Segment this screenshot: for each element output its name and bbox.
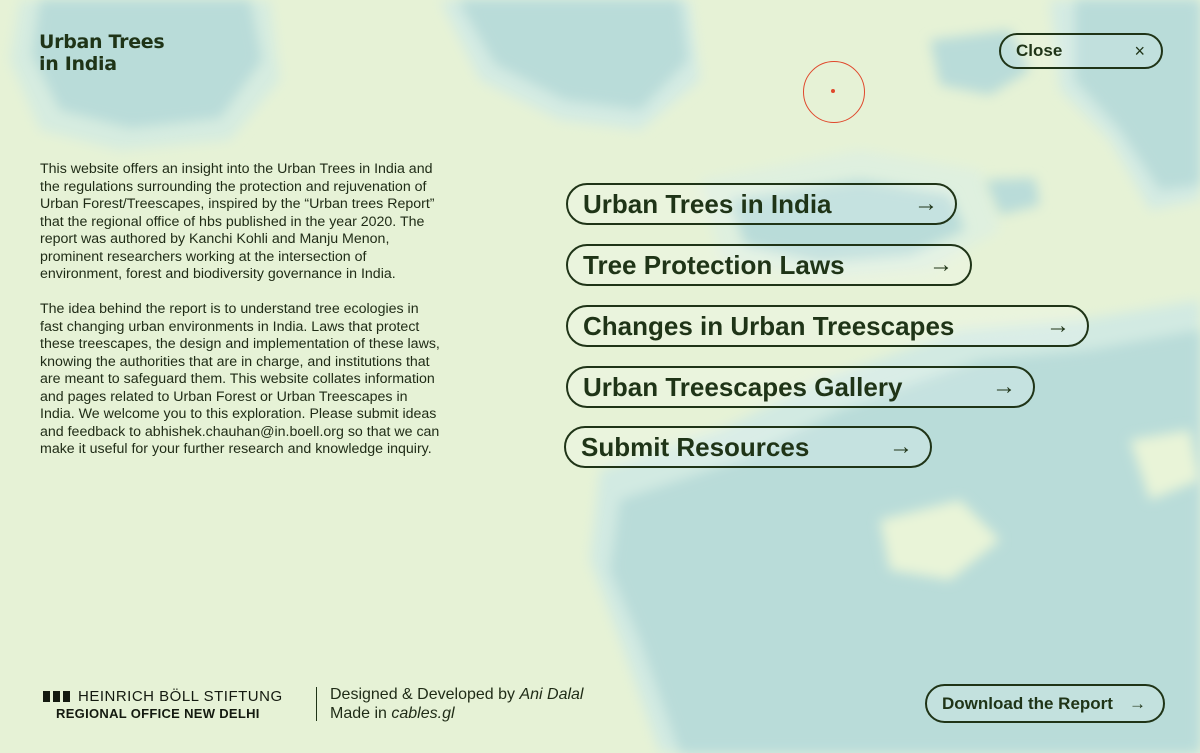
close-button-label: Close — [1016, 41, 1063, 60]
menu-item-label: Tree Protection Laws — [583, 249, 845, 280]
cables-link[interactable]: cables.gl — [391, 705, 454, 722]
org-name: HEINRICH BÖLL STIFTUNG — [78, 688, 283, 705]
designer-link[interactable]: Ani Dalal — [519, 686, 583, 703]
org-office: REGIONAL OFFICE NEW DELHI — [56, 706, 260, 721]
arrow-right-icon: → — [914, 190, 938, 217]
intro-text: This website offers an insight into the … — [40, 161, 440, 476]
intro-paragraph-2: The idea behind the report is to underst… — [40, 301, 440, 457]
made-in-line: Made in cables.gl — [330, 704, 583, 723]
intro-paragraph-1: This website offers an insight into the … — [40, 161, 435, 282]
menu-item-urban-trees-in-india[interactable]: Urban Trees in India → — [566, 183, 957, 225]
site-logo[interactable]: Urban Trees in India — [39, 31, 165, 75]
menu-item-tree-protection-laws[interactable]: Tree Protection Laws → — [566, 244, 972, 286]
credit-line: Designed & Developed by Ani Dalal — [330, 685, 583, 704]
close-button[interactable]: Close × — [999, 33, 1163, 69]
arrow-right-icon: → — [929, 251, 953, 278]
arrow-right-icon: → — [1046, 312, 1070, 339]
site-title-line-1: Urban Trees — [39, 31, 165, 53]
menu-item-label: Urban Treescapes Gallery — [583, 371, 903, 402]
cursor-ring-icon — [803, 61, 865, 123]
download-report-button[interactable]: Download the Report → — [925, 684, 1165, 723]
hbs-logo-icon — [43, 691, 70, 702]
footer-divider — [316, 687, 317, 721]
made-prefix: Made in — [330, 705, 392, 722]
arrow-right-icon: → — [992, 373, 1016, 400]
hbs-logo[interactable]: HEINRICH BÖLL STIFTUNG REGIONAL OFFICE N… — [43, 688, 283, 723]
menu-item-label: Changes in Urban Treescapes — [583, 310, 955, 341]
cursor-dot-icon — [831, 89, 835, 93]
menu-item-urban-treescapes-gallery[interactable]: Urban Treescapes Gallery → — [566, 366, 1035, 408]
download-report-label: Download the Report — [942, 693, 1113, 713]
arrow-right-icon: → — [1129, 693, 1146, 713]
site-title-line-2: in India — [39, 53, 117, 75]
arrow-right-icon: → — [889, 433, 913, 460]
menu-item-label: Submit Resources — [581, 431, 810, 462]
credits: Designed & Developed by Ani Dalal Made i… — [330, 685, 583, 723]
menu-item-submit-resources[interactable]: Submit Resources → — [564, 426, 932, 468]
menu-item-changes-in-urban-treescapes[interactable]: Changes in Urban Treescapes → — [566, 305, 1089, 347]
credit-prefix: Designed & Developed by — [330, 686, 520, 703]
menu-item-label: Urban Trees in India — [583, 188, 832, 219]
close-icon: × — [1134, 40, 1145, 61]
